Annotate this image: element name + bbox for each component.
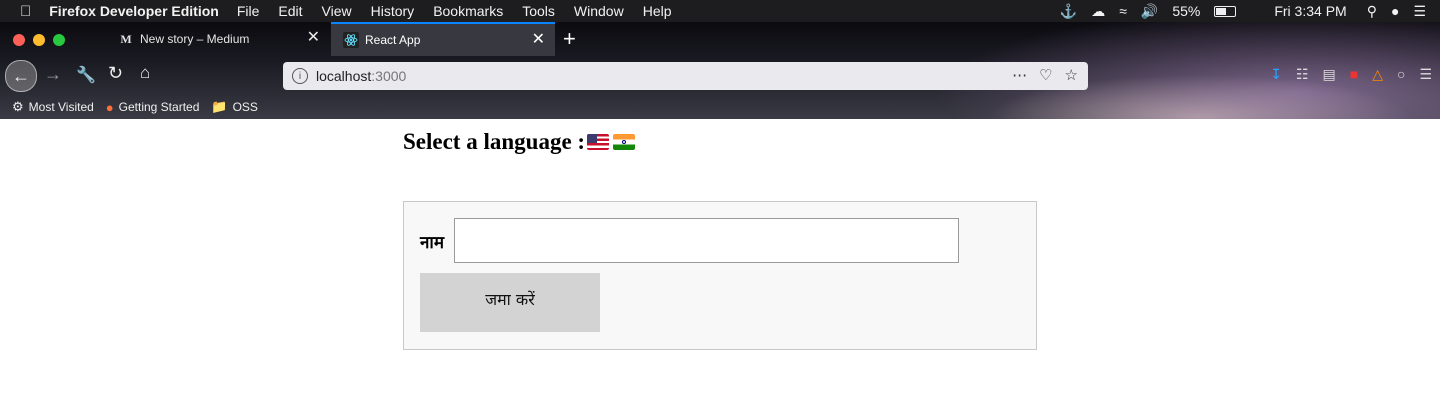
status-area: ⚓ ☁ ≈ 🔊 55% Fri 3:34 PM ⚲ ● ☰ <box>1060 0 1440 22</box>
submit-button[interactable]: जमा करें <box>420 273 600 332</box>
tab-title: React App <box>365 33 421 47</box>
url-actions: ⋯ ♡ ☆ <box>1012 66 1078 84</box>
bookmark-label: OSS <box>232 100 258 114</box>
menu-tools[interactable]: Tools <box>522 3 555 19</box>
medium-favicon-icon: M <box>120 31 132 46</box>
menu-file[interactable]: File <box>237 3 260 19</box>
tab-title: New story – Medium <box>140 32 250 46</box>
zoom-window-button[interactable] <box>53 34 65 46</box>
wrench-icon[interactable]: 🔧 <box>76 65 96 85</box>
name-form: नाम जमा करें <box>403 201 1037 350</box>
back-button[interactable]: ← <box>5 60 37 92</box>
volume-icon[interactable]: 🔊 <box>1141 3 1158 20</box>
menu-bookmarks[interactable]: Bookmarks <box>433 3 503 19</box>
menu-window[interactable]: Window <box>574 3 624 19</box>
navigation-toolbar: ← → 🔧 ↻ ⌂ i localhost:3000 ⋯ ♡ ☆ ↧ ☷ ▤ ■… <box>0 56 1440 96</box>
language-heading: Select a language : <box>403 129 636 155</box>
url-bar[interactable]: i localhost:3000 ⋯ ♡ ☆ <box>283 62 1088 90</box>
spotlight-search-icon[interactable]: ⚲ <box>1367 3 1377 20</box>
menu-view[interactable]: View <box>322 3 352 19</box>
toolbar-right: ↧ ☷ ▤ ■ △ ○ ☰ <box>1270 66 1432 83</box>
menu-help[interactable]: Help <box>643 3 672 19</box>
battery-percent[interactable]: 55% <box>1172 3 1200 19</box>
page-actions-icon[interactable]: ⋯ <box>1012 66 1027 84</box>
tab-strip: M New story – Medium ✕ React App ✕ + <box>0 22 1440 56</box>
docker-icon[interactable]: ⚓ <box>1060 3 1077 20</box>
battery-fill <box>1216 7 1227 15</box>
page-content: Select a language : नाम जमा करें <box>0 119 1440 414</box>
bookmark-label: Getting Started <box>118 100 200 114</box>
creative-cloud-icon[interactable]: ☁ <box>1091 3 1105 20</box>
minimize-window-button[interactable] <box>33 34 45 46</box>
close-window-button[interactable] <box>13 34 25 46</box>
extension-icon[interactable]: ■ <box>1350 66 1358 83</box>
menu-app-name[interactable]: Firefox Developer Edition <box>49 3 219 19</box>
react-favicon-icon <box>343 32 359 48</box>
tab-medium[interactable]: M New story – Medium ✕ <box>106 22 330 56</box>
india-flag-icon[interactable] <box>613 134 636 150</box>
pocket-icon[interactable]: ♡ <box>1039 66 1052 84</box>
siri-icon[interactable]: ● <box>1391 3 1399 19</box>
downloads-icon[interactable]: ↧ <box>1270 66 1282 83</box>
clock[interactable]: Fri 3:34 PM <box>1274 3 1346 19</box>
new-tab-icon[interactable]: + <box>563 28 576 50</box>
bookmarks-toolbar: ⚙ Most Visited ● Getting Started 📁 OSS <box>0 96 1440 118</box>
battery-icon[interactable] <box>1214 5 1250 17</box>
apple-logo-icon[interactable]:  <box>20 3 31 20</box>
folder-icon: 📁 <box>211 99 228 114</box>
library-icon[interactable]: ☷ <box>1296 66 1309 83</box>
bookmark-most-visited[interactable]: ⚙ Most Visited <box>12 99 94 115</box>
forward-button[interactable]: → <box>44 64 62 85</box>
browser-chrome: M New story – Medium ✕ React App ✕ + ← →… <box>0 22 1440 119</box>
close-tab-icon[interactable]: ✕ <box>307 30 320 46</box>
notification-center-icon[interactable]: ☰ <box>1413 3 1426 20</box>
url-host: localhost <box>316 68 372 84</box>
tab-react-app[interactable]: React App ✕ <box>331 22 555 56</box>
bookmark-getting-started[interactable]: ● Getting Started <box>106 100 200 115</box>
language-heading-text: Select a language : <box>403 129 586 154</box>
name-label: नाम <box>420 233 445 252</box>
gear-icon: ⚙ <box>12 99 24 114</box>
bookmark-oss[interactable]: 📁 OSS <box>211 99 258 115</box>
sidebar-icon[interactable]: ▤ <box>1322 66 1335 83</box>
home-button[interactable]: ⌂ <box>140 63 150 83</box>
extension-sync-icon[interactable]: ○ <box>1397 66 1405 83</box>
reload-button[interactable]: ↻ <box>108 63 123 84</box>
site-info-icon[interactable]: i <box>292 68 308 84</box>
menu-hamburger-icon[interactable]: ☰ <box>1419 66 1432 83</box>
url-port: :3000 <box>371 68 407 84</box>
us-flag-icon[interactable] <box>587 134 610 150</box>
wifi-icon[interactable]: ≈ <box>1119 3 1127 19</box>
bookmark-star-icon[interactable]: ☆ <box>1065 66 1078 84</box>
extension-flame-icon[interactable]: △ <box>1372 66 1383 83</box>
bookmark-label: Most Visited <box>28 100 94 114</box>
close-tab-icon[interactable]: ✕ <box>532 32 545 48</box>
macos-menu-bar:  Firefox Developer Edition File Edit Vi… <box>0 0 1440 22</box>
menu-edit[interactable]: Edit <box>278 3 302 19</box>
firefox-icon: ● <box>105 99 114 115</box>
name-input[interactable] <box>454 218 959 263</box>
menu-history[interactable]: History <box>371 3 415 19</box>
